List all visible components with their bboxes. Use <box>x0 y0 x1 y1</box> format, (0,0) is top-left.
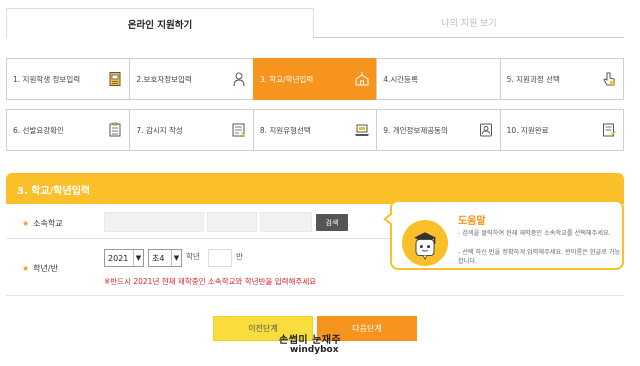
step-7[interactable]: 7. 감시지 작성 <box>129 109 254 151</box>
graduate-mascot-icon <box>402 220 448 266</box>
grade-label: ★ 학년/반 <box>22 264 58 273</box>
class-unit-text: 반 <box>236 252 243 261</box>
section-title: 3. 학교/학년입력 <box>17 186 91 197</box>
step-9[interactable]: 9. 개인정보제공동의 <box>376 109 501 151</box>
step-5[interactable]: 5. 지원과정 선택 <box>499 58 625 100</box>
school-type-select[interactable]: 초4 ▼ <box>148 249 182 267</box>
step-label: 9. 개인정보제공동의 <box>383 125 448 135</box>
step-label: 1. 지원학생 정보입력 <box>13 74 81 84</box>
watermark-line-2: windybox <box>290 345 339 355</box>
school-region-field[interactable] <box>207 212 257 232</box>
step-10[interactable]: 10. 지원완료 <box>499 109 625 151</box>
laptop-icon <box>354 122 370 138</box>
step-label: 4.시간등록 <box>383 74 418 84</box>
school-type-value: 초4 <box>152 253 165 263</box>
step-4[interactable]: 4.시간등록 <box>376 58 501 100</box>
warning-text: ※반드시 2021년 현재 재학중인 소속학교와 학년반을 입력해주세요 <box>104 277 317 286</box>
person-icon <box>231 71 247 87</box>
step-label: 5. 지원과정 선택 <box>506 74 560 84</box>
step-6[interactable]: 6. 선발요강확인 <box>6 109 131 151</box>
class-input[interactable] <box>208 249 232 267</box>
school-icon <box>354 71 370 87</box>
watermark-line-1: 손썹미 눈재주 <box>279 335 342 346</box>
tab-bar: 온라인 지원하기 나의 지원 보기 <box>6 8 624 38</box>
step-label: 6. 선발요강확인 <box>13 125 64 135</box>
help-text-2: - 선택 하신 반을 정확하게 입력해주세요. 반이름은 한글로 가능합니다. <box>458 249 621 265</box>
form-icon <box>231 122 247 138</box>
checklist-icon <box>107 122 123 138</box>
pointer-icon <box>601 71 617 87</box>
school-code-field[interactable] <box>260 212 312 232</box>
school-search-button[interactable]: 검색 <box>316 214 348 231</box>
id-card-icon <box>478 122 494 138</box>
step-label: 8. 지원유형선택 <box>259 125 311 135</box>
help-text-1: - 검색을 클릭하여 현재 재학중인 소속학교를 선택해주세요. <box>458 230 611 237</box>
step-label: 3. 학교/학년입력 <box>259 74 314 84</box>
blank-icon <box>478 71 494 87</box>
step-label: 2.보호자정보입력 <box>136 74 192 84</box>
help-title: 도움말 <box>458 216 486 227</box>
year-value: 2021 <box>108 253 129 263</box>
help-tooltip: 도움말 - 검색을 클릭하여 현재 재학중인 소속학교를 선택해주세요. - 선… <box>383 200 624 270</box>
tab-online-apply[interactable]: 온라인 지원하기 <box>6 8 314 38</box>
step-list-row-2: 6. 선발요강확인 7. 감시지 작성 8. 지원유형선택 9. 개인정보제공동… <box>6 109 625 151</box>
step-8[interactable]: 8. 지원유형선택 <box>252 109 378 151</box>
step-3-active[interactable]: 3. 학교/학년입력 <box>252 58 378 100</box>
year-select[interactable]: 2021 ▼ <box>104 249 144 267</box>
required-star-icon: ★ <box>22 219 30 228</box>
step-label: 7. 감시지 작성 <box>136 125 183 135</box>
help-arrow-inner <box>386 214 393 224</box>
complete-icon <box>601 122 617 138</box>
chevron-down-icon: ▼ <box>171 250 181 266</box>
document-icon <box>107 71 123 87</box>
step-1[interactable]: 1. 지원학생 정보입력 <box>6 58 131 100</box>
required-star-icon: ★ <box>22 264 30 273</box>
grade-unit-text: 학년 <box>186 252 200 261</box>
school-name-field[interactable] <box>104 212 204 232</box>
step-2[interactable]: 2.보호자정보입력 <box>129 58 254 100</box>
chevron-down-icon: ▼ <box>133 250 143 266</box>
step-label: 10. 지원완료 <box>506 125 549 135</box>
step-list-row-1: 1. 지원학생 정보입력 2.보호자정보입력 3. 학교/학년입력 4.시간등록… <box>6 58 625 100</box>
tab-my-application[interactable]: 나의 지원 보기 <box>314 8 624 38</box>
school-label: ★ 소속학교 <box>22 219 63 228</box>
